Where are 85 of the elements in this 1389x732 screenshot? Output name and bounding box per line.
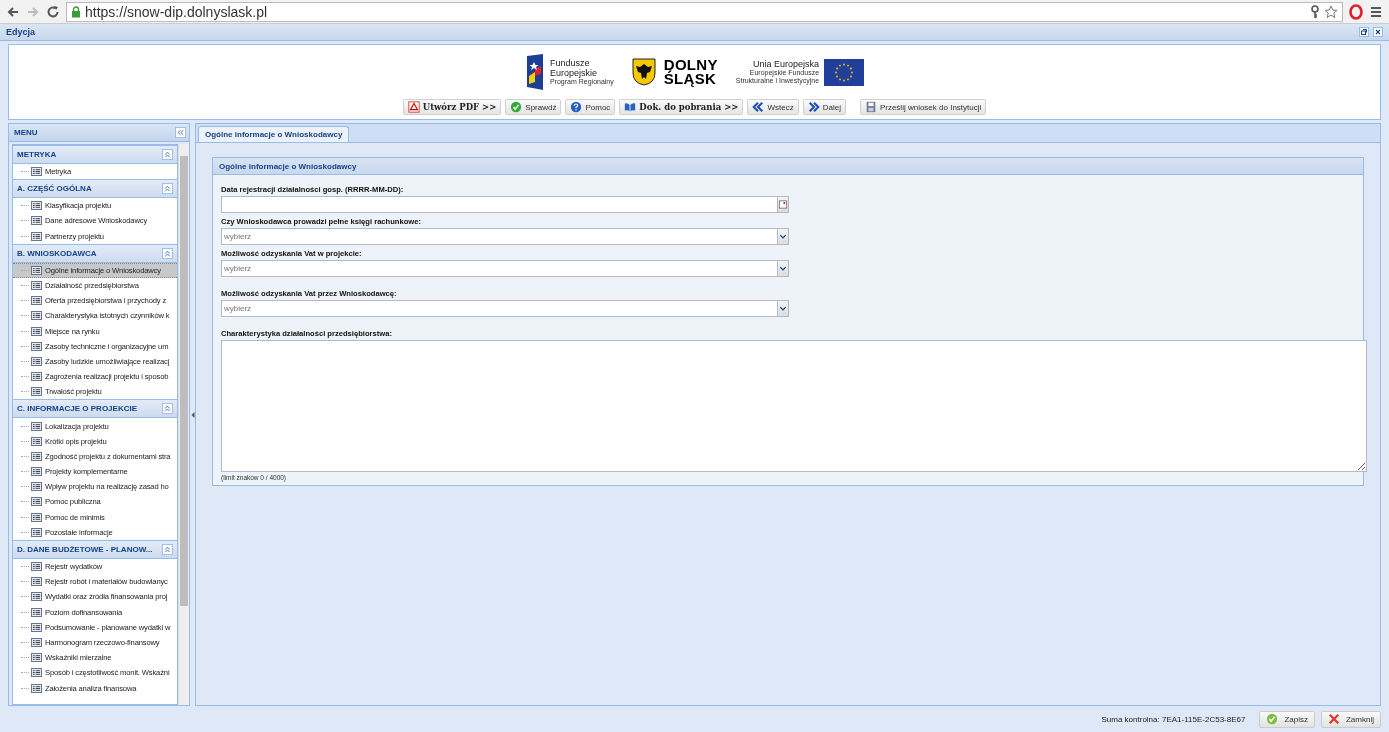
reload-icon[interactable]: [46, 4, 60, 19]
back-icon[interactable]: [6, 4, 20, 19]
collapse-arrow-icon[interactable]: [190, 410, 195, 419]
eu-flag-icon: [824, 58, 865, 86]
dropdown-field[interactable]: wybierz: [221, 260, 777, 277]
key-icon[interactable]: [1310, 4, 1320, 19]
list-icon: [31, 668, 42, 678]
book-icon: [624, 101, 637, 113]
dropdown-field[interactable]: wybierz: [221, 300, 777, 317]
dropdown-field[interactable]: wybierz: [221, 228, 777, 245]
eagle-shield-icon: [631, 58, 656, 86]
list-icon: [31, 421, 42, 431]
toolbar-button[interactable]: Prześlij wniosek do Instytucji: [859, 99, 987, 115]
list-icon: [31, 296, 42, 306]
list-icon: [31, 201, 42, 211]
list-icon: [31, 387, 42, 397]
section-header[interactable]: C. INFORMACJE O PROJEKCIE: [13, 399, 177, 419]
scrollbar[interactable]: [178, 144, 189, 705]
flag-logo-icon: [524, 54, 545, 90]
collapse-icon[interactable]: [162, 247, 173, 259]
menu-icon[interactable]: [1369, 4, 1383, 19]
window-title: Edycja: [6, 27, 36, 37]
list-icon: [31, 265, 42, 275]
checkmark-icon: [1266, 713, 1279, 725]
double-left-arrow-icon: [752, 101, 765, 113]
double-right-arrow-icon: [807, 101, 820, 113]
list-icon: [31, 683, 42, 693]
collapse-icon[interactable]: [162, 403, 173, 415]
list-icon: [31, 482, 42, 492]
address-bar[interactable]: https://snow-dip.dolnyslask.pl: [66, 1, 1343, 22]
collapse-left-icon[interactable]: [175, 127, 186, 138]
list-icon: [31, 451, 42, 461]
list-icon: [31, 653, 42, 663]
list-icon: [31, 592, 42, 602]
section-header[interactable]: METRYKA: [13, 145, 177, 164]
list-icon: [31, 311, 42, 321]
list-icon: [31, 467, 42, 477]
footer-button[interactable]: Zamknij: [1321, 710, 1381, 728]
logo-text: Europejskie: [549, 68, 598, 78]
collapse-icon[interactable]: [162, 183, 173, 195]
lock-icon: [71, 5, 81, 18]
toolbar-button[interactable]: Wstecz: [747, 99, 799, 115]
list-icon: [31, 622, 42, 632]
date-field[interactable]: [221, 196, 777, 213]
list-icon: [31, 281, 42, 291]
collapse-icon[interactable]: [162, 149, 173, 160]
list-icon: [31, 356, 42, 366]
logo-text: Fundusze: [549, 58, 591, 68]
list-icon: [31, 637, 42, 647]
checksum-text: Suma kontrolna: 7EA1-115E-2C53-8E67: [1101, 714, 1246, 724]
calendar-icon[interactable]: [777, 196, 789, 213]
list-icon: [31, 512, 42, 522]
close-icon: [1328, 713, 1340, 725]
toolbar-button[interactable]: Dalej: [802, 99, 846, 115]
list-icon: [31, 372, 42, 382]
footer-button[interactable]: Zapisz: [1259, 710, 1315, 728]
toolbar-button[interactable]: Sprawdź: [505, 99, 562, 115]
list-icon: [31, 341, 42, 351]
panel-title: MENU: [14, 128, 38, 137]
list-icon: [31, 577, 42, 587]
list-icon: [31, 607, 42, 617]
toolbar-button[interactable]: Dok. do pobrania >>: [619, 99, 744, 115]
restore-icon[interactable]: [1359, 27, 1369, 37]
star-icon[interactable]: [1324, 4, 1338, 19]
form-title: Ogólne informacje o Wnioskodawcy: [219, 161, 357, 171]
list-icon: [31, 167, 42, 177]
toolbar-button[interactable]: Utwórz PDF >>: [402, 99, 502, 115]
section-header[interactable]: A. CZĘŚĆ OGÓLNA: [13, 179, 177, 199]
tab[interactable]: Ogólne informacje o Wnioskodawcy: [198, 126, 350, 142]
toolbar-button[interactable]: Pomoc: [565, 99, 616, 115]
close-icon[interactable]: [1373, 27, 1383, 37]
list-icon: [31, 497, 42, 507]
o-letter-icon[interactable]: [1349, 3, 1363, 20]
list-icon: [31, 527, 42, 537]
list-icon: [31, 216, 42, 226]
section-header[interactable]: B. WNIOSKODAWCA: [13, 243, 177, 263]
list-icon: [31, 436, 42, 446]
list-icon: [31, 231, 42, 241]
list-icon: [31, 562, 42, 572]
collapse-icon[interactable]: [162, 543, 173, 555]
checkmark-icon: [510, 101, 523, 113]
logo-text: Unia Europejska: [753, 59, 820, 69]
list-icon: [31, 326, 42, 336]
section-header[interactable]: D. DANE BUDŻETOWE - PLANOW...: [13, 539, 177, 559]
help-icon: [570, 101, 583, 113]
